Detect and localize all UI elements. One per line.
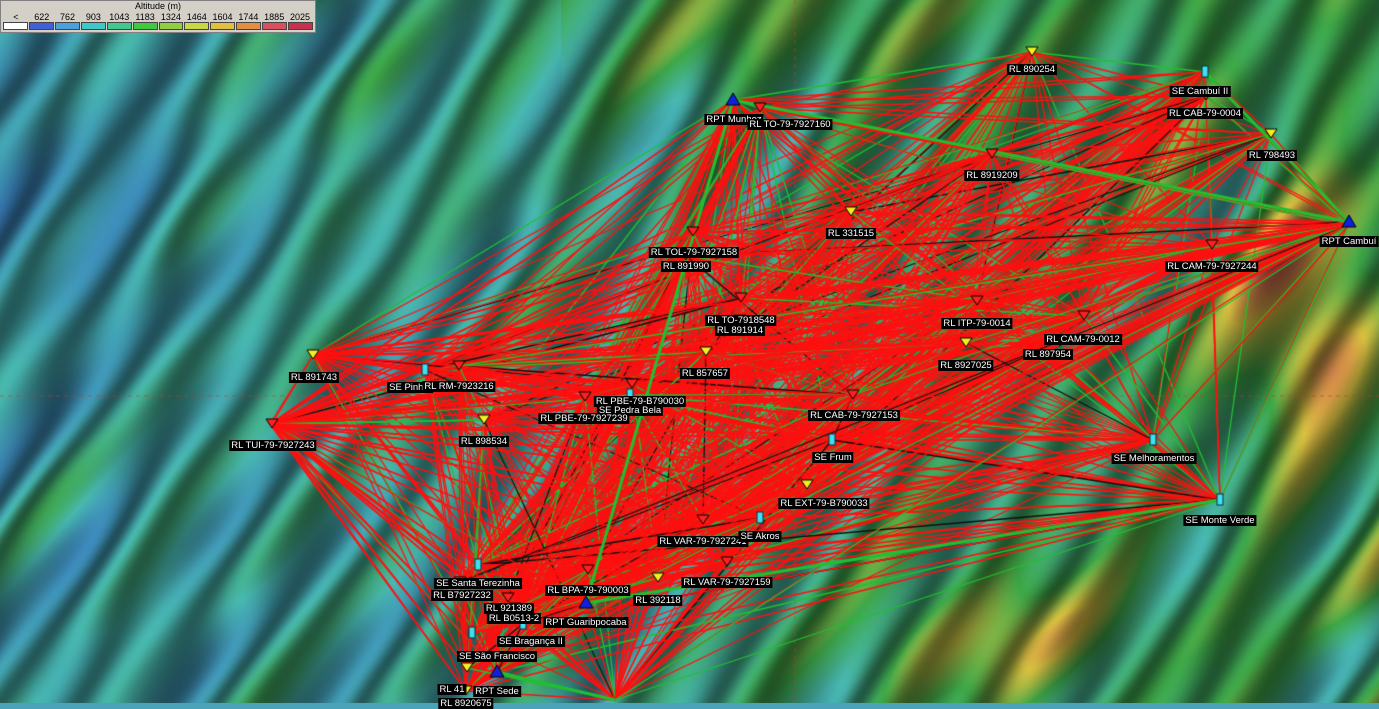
site-label[interactable]: SE São Francisco — [456, 651, 538, 662]
legend-swatch — [236, 22, 262, 30]
legend-swatches — [1, 22, 315, 30]
legend-swatch — [106, 22, 132, 30]
legend-tick: < — [13, 12, 19, 22]
site-label[interactable]: SE Akros — [738, 531, 782, 542]
legend-swatch — [3, 22, 28, 30]
site-label[interactable]: RL 8919209 — [964, 170, 1020, 181]
site-label[interactable]: RL RM-7923216 — [422, 381, 496, 392]
site-label[interactable]: RL VAR-79-7927241 — [657, 536, 749, 547]
site-label[interactable]: RPT Sede — [473, 686, 521, 697]
site-label[interactable]: RL 890254 — [1006, 64, 1058, 75]
altitude-legend: Altitude (m) <622 762 903 1043 1183 1324 1464 1… — [0, 0, 316, 33]
site-label[interactable]: RL 891914 — [714, 325, 766, 336]
site-label[interactable]: RL CAM-79-7927244 — [1165, 261, 1259, 272]
site-label[interactable]: RL CAM-79-0012 — [1044, 334, 1122, 345]
site-label[interactable]: SE Cambuí II — [1169, 86, 1231, 97]
site-label[interactable]: RL 798493 — [1246, 150, 1298, 161]
site-label[interactable]: RL ITP-79-0014 — [941, 318, 1013, 329]
site-label[interactable]: RL EXT-79-B790033 — [778, 498, 870, 509]
legend-tick: 1183 — [135, 12, 155, 22]
legend-tick: 903 — [85, 12, 101, 22]
site-label[interactable]: SE Bragança II — [497, 636, 565, 647]
legend-tick: 1604 — [212, 12, 233, 22]
legend-tick: 1744 — [238, 12, 259, 22]
legend-swatch — [158, 22, 184, 30]
legend-tick: 1885 — [264, 12, 285, 22]
site-label[interactable]: RPT Cambuí — [1319, 236, 1379, 247]
site-label[interactable]: SE Santa Terezinha — [434, 578, 522, 589]
legend-title: Altitude (m) — [134, 1, 181, 11]
site-label[interactable]: SE Melhoramentos — [1111, 453, 1197, 464]
site-label[interactable]: RL TO-79-7927160 — [747, 119, 833, 130]
site-label[interactable]: RL 898534 — [458, 436, 510, 447]
legend-tick: 1043 — [109, 12, 130, 22]
site-label[interactable]: RL B7927232 — [431, 590, 493, 601]
site-label[interactable]: RL 897954 — [1022, 349, 1074, 360]
site-label[interactable]: RL 8920675 — [438, 698, 494, 709]
site-label[interactable]: SE Monte Verde — [1183, 515, 1257, 526]
site-label[interactable]: RL TUI-79-7927243 — [229, 440, 317, 451]
legend-tick: 2025 — [290, 12, 311, 22]
site-label[interactable]: RL 392118 — [633, 595, 683, 606]
legend-tick: 1324 — [160, 12, 181, 22]
site-label[interactable]: RL BPA-79-790003 — [545, 585, 631, 596]
legend-swatch — [54, 22, 80, 30]
site-label[interactable]: RL CAB-79-0004 — [1167, 108, 1243, 119]
legend-swatch — [184, 22, 210, 30]
legend-tick: 622 — [34, 12, 50, 22]
site-label[interactable]: RPT Guaribpocaba — [543, 617, 629, 628]
legend-tick: 1464 — [186, 12, 207, 22]
site-label[interactable]: RL 8927025 — [938, 360, 994, 371]
terrain-map[interactable] — [0, 0, 1379, 703]
site-label[interactable]: RL TOL-79-7927158 — [648, 247, 740, 258]
site-label[interactable]: RL VAR-79-7927159 — [681, 577, 773, 588]
legend-swatch — [28, 22, 54, 30]
legend-swatch — [288, 22, 314, 30]
site-label[interactable]: RL CAB-79-7927153 — [808, 410, 900, 421]
site-label[interactable]: RL PBE-79-7927239 — [538, 413, 630, 424]
legend-swatch — [80, 22, 106, 30]
site-label[interactable]: RL 331515 — [825, 228, 877, 239]
legend-swatch — [132, 22, 158, 30]
legend-tick: 762 — [60, 12, 76, 22]
legend-swatch — [210, 22, 236, 30]
site-label[interactable]: RL B0513-2 — [486, 613, 542, 624]
site-label[interactable]: RL 41 — [437, 684, 467, 695]
site-label[interactable]: SE Frum — [812, 452, 854, 463]
site-label[interactable]: RL 891990 — [660, 261, 712, 272]
legend-swatch — [262, 22, 288, 30]
legend-ticks: <622 762 903 1043 1183 1324 1464 1604 1744 1885 20… — [1, 12, 315, 22]
site-label[interactable]: RL 857657 — [679, 368, 731, 379]
site-label[interactable]: RL 891743 — [288, 372, 340, 383]
